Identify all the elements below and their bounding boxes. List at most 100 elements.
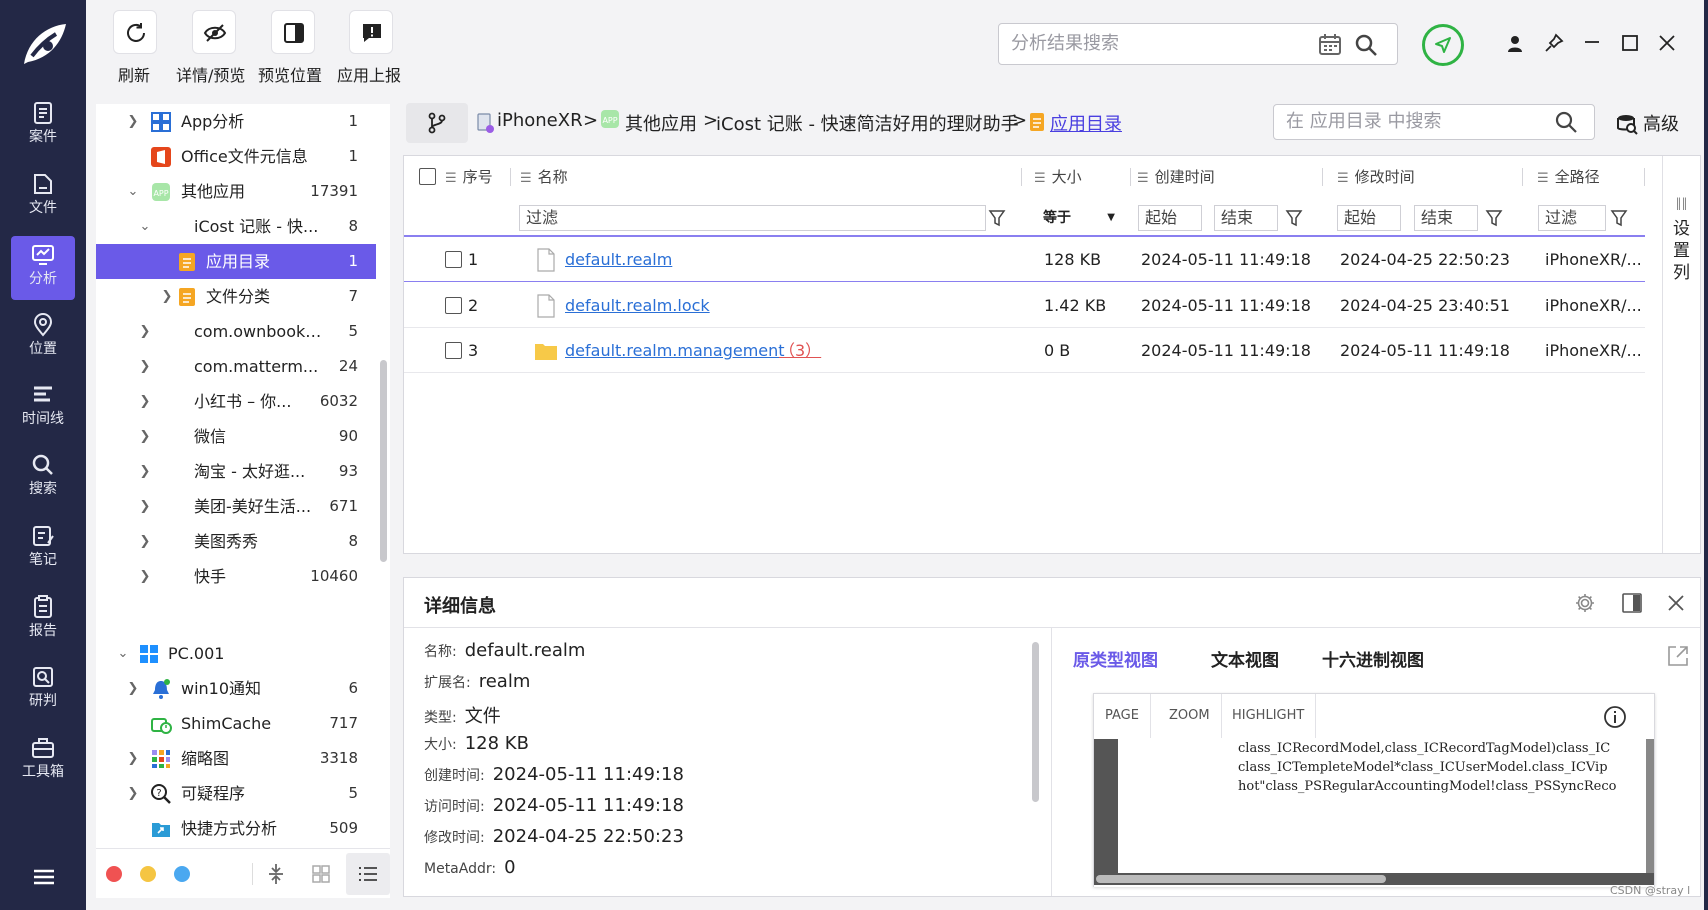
- status-send-icon[interactable]: [1422, 24, 1464, 66]
- search-icon[interactable]: [1554, 110, 1578, 134]
- select-all-checkbox[interactable]: [419, 168, 436, 185]
- tree-item-xiaohongshu[interactable]: ❯ 小红书 – 你... 6032: [96, 384, 376, 419]
- crumb-current[interactable]: 应用目录: [1050, 110, 1122, 136]
- column-divider[interactable]: [1130, 168, 1131, 186]
- pin-icon[interactable]: [1543, 32, 1565, 54]
- page-button[interactable]: PAGE: [1094, 694, 1151, 738]
- tab-native-view[interactable]: 原类型视图: [1073, 646, 1158, 671]
- row-checkbox[interactable]: [445, 297, 462, 314]
- maximize-icon[interactable]: [1620, 33, 1640, 53]
- info-icon[interactable]: [1603, 705, 1627, 729]
- nav-location[interactable]: 位置: [11, 306, 75, 370]
- tree-item-meitu[interactable]: ❯ 美图秀秀 8: [96, 524, 376, 559]
- row-name-link[interactable]: default.realm.lock: [565, 283, 710, 328]
- viewer-vscrollbar[interactable]: [1646, 739, 1654, 873]
- yellow-dot-icon[interactable]: [140, 866, 156, 882]
- viewer-hscroll-thumb[interactable]: [1096, 875, 1386, 883]
- modified-start-input[interactable]: 起始: [1337, 205, 1401, 231]
- tree-item-suspicious[interactable]: ❯ ? 可疑程序 5: [96, 776, 376, 811]
- tree-item-mattermost[interactable]: ❯ com.matterm... 24: [96, 349, 376, 384]
- red-dot-icon[interactable]: [106, 866, 122, 882]
- preview-position-button[interactable]: [271, 10, 315, 54]
- tab-hex-view[interactable]: 十六进制视图: [1322, 646, 1424, 671]
- nav-note[interactable]: 笔记: [11, 517, 75, 581]
- chevron-right-icon[interactable]: ❯: [124, 741, 142, 776]
- tab-text-view[interactable]: 文本视图: [1211, 646, 1279, 671]
- search-icon[interactable]: [1353, 32, 1379, 58]
- collapse-vertical-icon[interactable]: [266, 863, 286, 885]
- nav-case[interactable]: 案件: [11, 94, 75, 158]
- chevron-right-icon[interactable]: ❯: [124, 671, 142, 706]
- tree-item-win10-notify[interactable]: ❯ win10通知 6: [96, 671, 376, 706]
- user-icon[interactable]: [1505, 34, 1525, 54]
- tree-item-icost[interactable]: ⌄ iCost 记账 - 快... 8: [96, 209, 376, 244]
- table-row[interactable]: 1 default.realm 128 KB 2024-05-11 11:49:…: [404, 237, 1645, 282]
- crumb-app[interactable]: iCost 记账 - 快速简洁好用的理财助手: [716, 110, 1019, 136]
- settings-columns-button[interactable]: ‖‖ 设置列: [1662, 156, 1700, 553]
- size-operator-select[interactable]: 等于 ▼: [1033, 205, 1121, 231]
- tree-item-shortcut[interactable]: 快捷方式分析 509: [96, 811, 376, 846]
- panel-right-icon[interactable]: [1621, 592, 1643, 614]
- tree-item-ownbook[interactable]: ❯ com.ownbook.... 5: [96, 314, 376, 349]
- modified-end-input[interactable]: 结束: [1414, 205, 1478, 231]
- tree-item-meituan[interactable]: ❯ 美团-美好生活... 671: [96, 489, 376, 524]
- advanced-search-button[interactable]: 高级: [1643, 110, 1679, 136]
- gear-icon[interactable]: [1574, 592, 1596, 614]
- tree-item-file-category[interactable]: ❯ 文件分类 7: [96, 279, 376, 314]
- chevron-right-icon[interactable]: ❯: [136, 524, 154, 559]
- row-checkbox[interactable]: [445, 342, 462, 359]
- column-divider[interactable]: [1021, 168, 1022, 186]
- column-divider[interactable]: [1644, 168, 1645, 186]
- tree-item-other-apps[interactable]: ⌄ APP 其他应用 17391: [96, 174, 376, 209]
- filter-icon[interactable]: [1285, 208, 1303, 228]
- created-start-input[interactable]: 起始: [1138, 205, 1202, 231]
- tree-item-office-meta[interactable]: Office文件元信息 1: [96, 139, 376, 174]
- nav-judge[interactable]: 研判: [11, 658, 75, 722]
- table-row[interactable]: 2 default.realm.lock 1.42 KB 2024-05-11 …: [404, 283, 1645, 328]
- tree-item-app-directory[interactable]: 应用目录 1: [96, 244, 376, 279]
- header-modified[interactable]: ☰ 修改时间: [1337, 156, 1415, 198]
- directory-search-box[interactable]: [1273, 104, 1595, 140]
- tree-item-app-analysis[interactable]: ❯ App分析 1: [96, 104, 376, 139]
- chevron-right-icon[interactable]: ❯: [124, 104, 142, 139]
- close-icon[interactable]: [1666, 593, 1686, 613]
- chevron-right-icon[interactable]: ❯: [136, 384, 154, 419]
- header-created[interactable]: ☰ 创建时间: [1137, 156, 1215, 198]
- close-icon[interactable]: [1657, 33, 1677, 53]
- open-external-icon[interactable]: [1666, 644, 1690, 668]
- chevron-right-icon[interactable]: ❯: [136, 314, 154, 349]
- chevron-right-icon[interactable]: ❯: [136, 454, 154, 489]
- chevron-right-icon[interactable]: ❯: [124, 776, 142, 811]
- chevron-right-icon[interactable]: ❯: [136, 419, 154, 454]
- nav-analysis[interactable]: 分析: [11, 236, 75, 300]
- tree-item-pc001[interactable]: ⌄ PC.001: [96, 636, 376, 671]
- row-child-count[interactable]: （3）: [779, 328, 821, 373]
- name-filter-input[interactable]: 过滤: [519, 205, 986, 231]
- refresh-button[interactable]: [113, 10, 157, 54]
- blue-dot-icon[interactable]: [174, 866, 190, 882]
- nav-toolbox[interactable]: 工具箱: [11, 729, 75, 793]
- highlight-button[interactable]: HIGHLIGHT: [1221, 694, 1317, 738]
- chevron-right-icon[interactable]: ❯: [136, 559, 154, 594]
- header-name[interactable]: ☰ 名称: [520, 156, 568, 198]
- crumb-device[interactable]: iPhoneXR: [497, 110, 583, 131]
- tree-item-shimcache[interactable]: ShimCache 717: [96, 706, 376, 741]
- chevron-down-icon[interactable]: ⌄: [136, 209, 154, 244]
- path-filter-input[interactable]: 过滤: [1538, 205, 1606, 231]
- report-app-button[interactable]: [349, 10, 393, 54]
- tree-item-thumbnail[interactable]: ❯ 缩略图 3318: [96, 741, 376, 776]
- directory-search-input[interactable]: [1286, 111, 1546, 132]
- header-size[interactable]: ☰ 大小: [1034, 156, 1082, 198]
- chevron-down-icon[interactable]: ⌄: [124, 174, 142, 209]
- filter-icon[interactable]: [1610, 208, 1628, 228]
- column-divider[interactable]: [1522, 168, 1523, 186]
- created-end-input[interactable]: 结束: [1214, 205, 1278, 231]
- zoom-button[interactable]: ZOOM: [1158, 694, 1222, 738]
- row-name-link[interactable]: default.realm: [565, 237, 672, 282]
- nav-report[interactable]: 报告: [11, 588, 75, 652]
- table-row[interactable]: 3 default.realm.management （3） 0 B 2024-…: [404, 328, 1645, 373]
- header-path[interactable]: ☰ 全路径: [1537, 156, 1600, 198]
- nav-timeline[interactable]: 时间线: [11, 376, 75, 440]
- viewer-hscrollbar[interactable]: [1094, 873, 1654, 885]
- minimize-icon[interactable]: [1582, 32, 1602, 52]
